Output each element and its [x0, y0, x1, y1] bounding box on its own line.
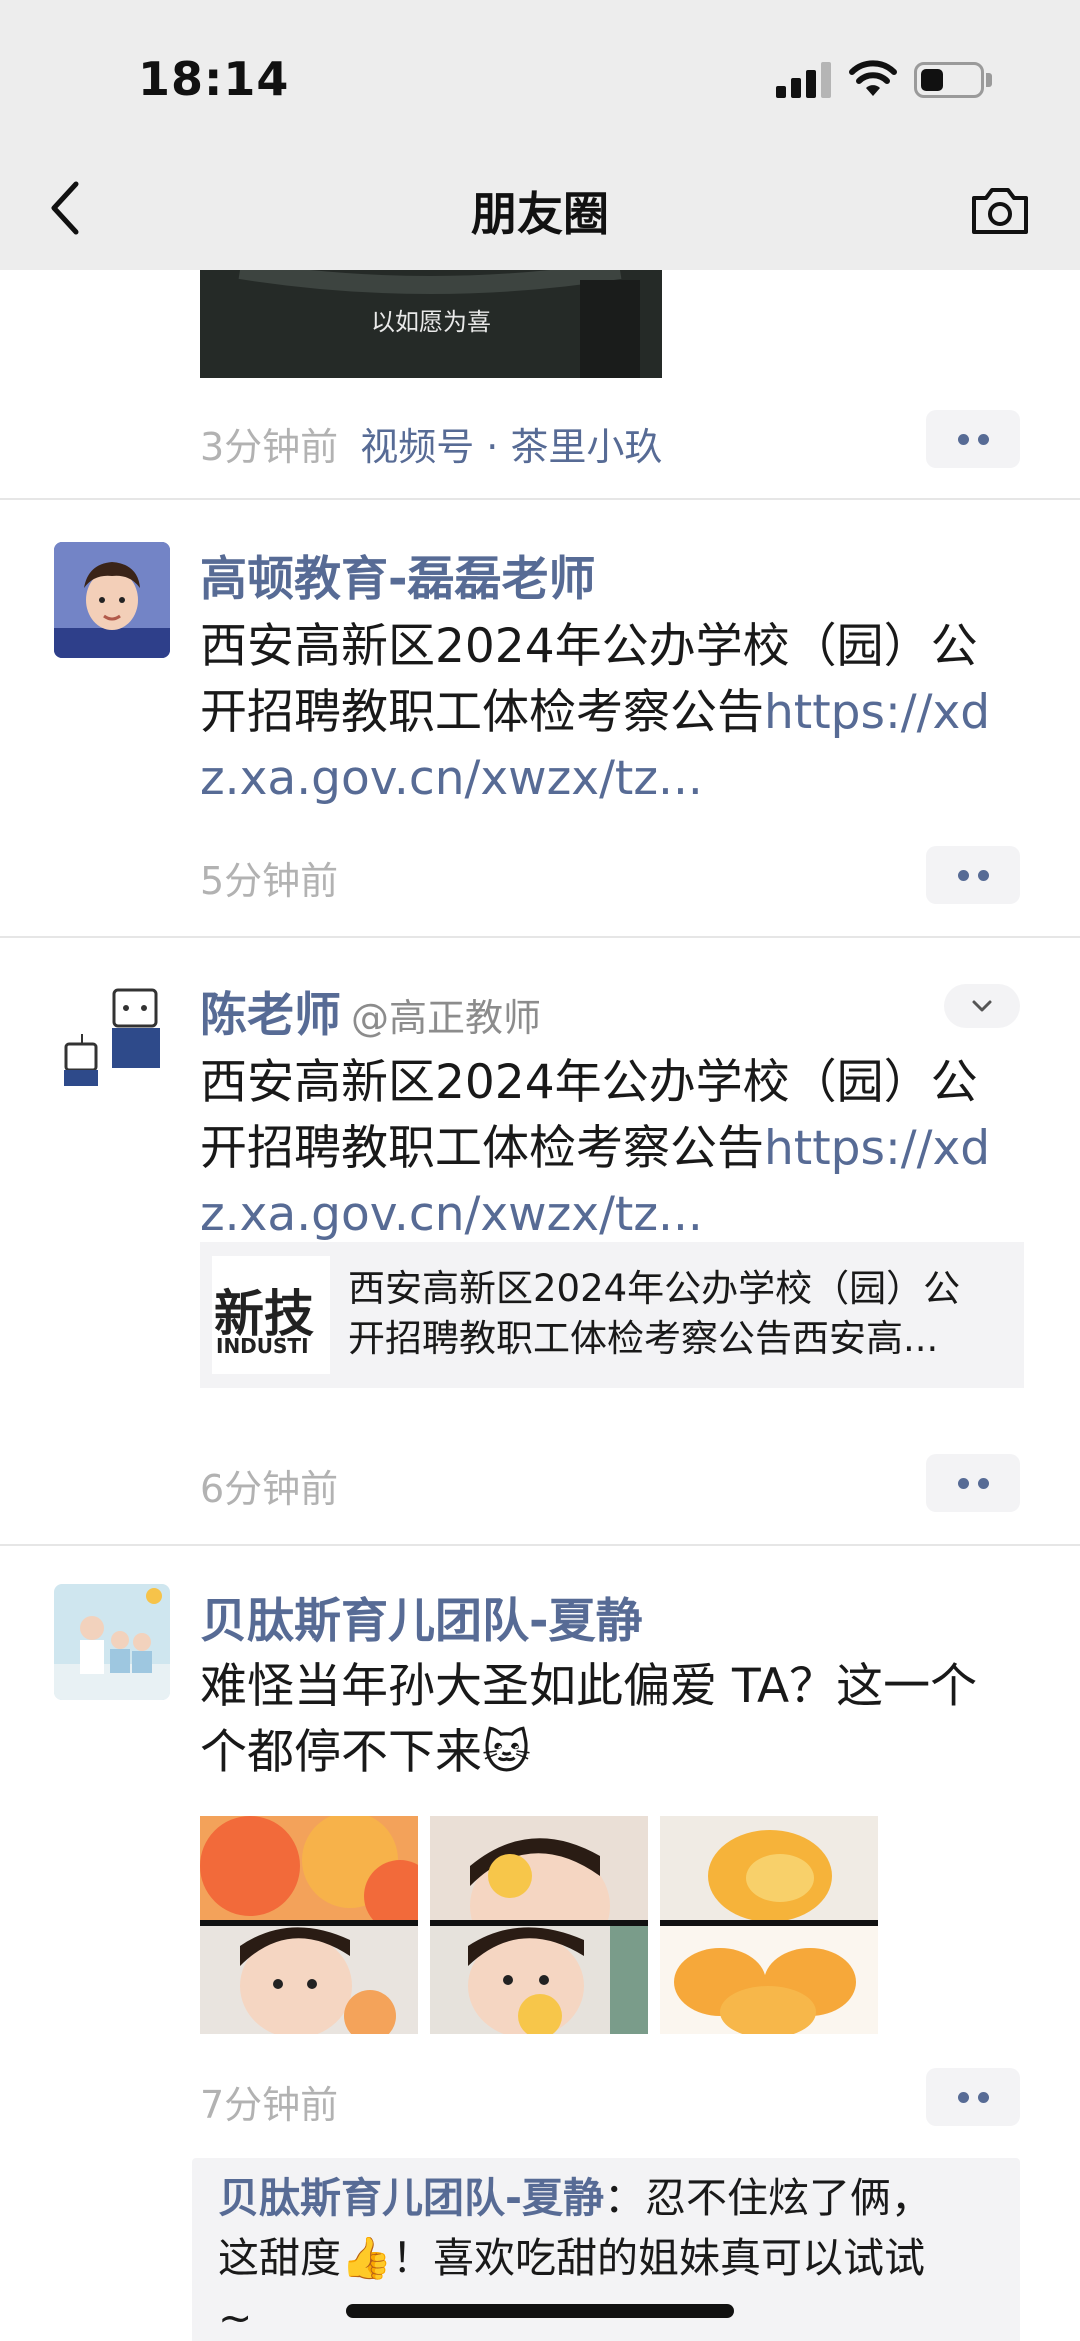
post-author[interactable]: 贝肽斯育儿团队-夏静: [200, 1582, 643, 1651]
post-photo[interactable]: [660, 1816, 878, 2034]
moment-post: 陈老师 @高正教师 西安高新区2024年公办学校（园）公 开招聘教职工体检考察公告…: [0, 938, 1080, 1544]
video-caption: 以如愿为喜: [371, 308, 491, 336]
post-source-link[interactable]: 视频号 · 茶里小玖: [360, 425, 662, 469]
post-more-button[interactable]: [926, 1454, 1020, 1512]
post-time: 3分钟前: [200, 425, 339, 469]
post-more-button[interactable]: [926, 410, 1020, 468]
post-time: 7分钟前: [200, 2083, 339, 2127]
post-text-line: 个都停不下来🐱: [200, 1725, 531, 1780]
post-more-button[interactable]: [926, 846, 1020, 904]
camera-icon: [972, 188, 1028, 234]
post-more-button[interactable]: [926, 2068, 1020, 2126]
post-link[interactable]: z.xa.gov.cn/xwzx/tz...: [200, 1182, 1030, 1248]
wifi-icon: [849, 60, 897, 96]
post-text-line: 开招聘教职工体检考察公告https://xd: [200, 680, 1030, 746]
comment-text: 这甜度👍！喜欢吃甜的姐妹真可以试试: [218, 2234, 926, 2282]
avatar[interactable]: [54, 1584, 170, 1700]
avatar[interactable]: [54, 542, 170, 658]
video-thumbnail[interactable]: 以如愿为喜: [200, 270, 662, 378]
post-link[interactable]: https://xd: [764, 1121, 990, 1176]
post-text-line: 西安高新区2024年公办学校（园）公: [200, 1055, 978, 1110]
battery-icon: [914, 62, 984, 98]
post-photo[interactable]: [430, 1816, 648, 2034]
avatar[interactable]: [54, 978, 170, 1094]
collapse-button[interactable]: [944, 984, 1020, 1028]
page-title: 朋友圈: [471, 187, 609, 241]
battery-cap: [986, 73, 992, 87]
post-photo[interactable]: [200, 1816, 418, 2034]
post-link[interactable]: https://xd: [764, 685, 990, 740]
post-time: 6分钟前: [200, 1467, 339, 1511]
comment-text: ：忍不住炫了俩，: [604, 2174, 933, 2222]
post-text-line: 开招聘教职工体检考察公告https://xd: [200, 1116, 1030, 1182]
post-author[interactable]: 陈老师: [200, 988, 341, 1043]
link-card-title: 西安高新区2024年公办学校（园）公 开招聘教职工体检考察公告西安高...: [348, 1264, 1008, 1364]
post-text-line: 西安高新区2024年公办学校（园）公: [200, 619, 978, 674]
moment-post: 贝肽斯育儿团队-夏静 难怪当年孙大圣如此偏爱 TA？这一个 个都停不下来🐱 7分…: [0, 1546, 1080, 2341]
shared-link-card[interactable]: 新技 INDUSTI 西安高新区2024年公办学校（园）公 开招聘教职工体检考察…: [200, 1242, 1024, 1388]
post-text: 西安高新区2024年公办学校（园）公 开招聘教职工体检考察公告https://x…: [200, 614, 1030, 812]
post-text: 西安高新区2024年公办学校（园）公 开招聘教职工体检考察公告https://x…: [200, 1050, 1030, 1248]
post-text: 难怪当年孙大圣如此偏爱 TA？这一个 个都停不下来🐱: [200, 1654, 1030, 1786]
status-time: 18:14: [138, 52, 290, 106]
post-author-line: 陈老师 @高正教师: [200, 976, 541, 1045]
post-time: 5分钟前: [200, 859, 339, 903]
comment-line: 贝肽斯育儿团队-夏静：忍不住炫了俩，: [218, 2168, 998, 2228]
post-meta: 3分钟前 视频号 · 茶里小玖: [200, 416, 662, 471]
comment-author[interactable]: 贝肽斯育儿团队-夏静: [218, 2174, 604, 2222]
moment-post: 高顿教育-磊磊老师 西安高新区2024年公办学校（园）公 开招聘教职工体检考察公…: [0, 500, 1080, 936]
link-card-thumbnail: 新技 INDUSTI: [212, 1256, 330, 1374]
post-text-line: 难怪当年孙大圣如此偏爱 TA？这一个: [200, 1659, 978, 1714]
thumbnail-text: INDUSTI: [216, 1334, 309, 1358]
cellular-signal-icon: [776, 62, 832, 98]
post-link[interactable]: z.xa.gov.cn/xwzx/tz...: [200, 746, 1030, 812]
chevron-down-icon: [972, 1000, 992, 1012]
moment-post: 以如愿为喜 3分钟前 视频号 · 茶里小玖: [0, 270, 1080, 498]
home-indicator[interactable]: [346, 2304, 734, 2318]
post-text-segment: 开招聘教职工体检考察公告: [200, 685, 764, 740]
top-bar: 18:14 朋友圈: [0, 0, 1080, 270]
post-text-segment: 开招聘教职工体检考察公告: [200, 1121, 764, 1176]
post-author-handle[interactable]: @高正教师: [351, 996, 541, 1040]
post-author[interactable]: 高顿教育-磊磊老师: [200, 540, 596, 609]
camera-button[interactable]: [968, 182, 1032, 238]
link-card-line: 西安高新区2024年公办学校（园）公: [348, 1267, 961, 1310]
link-card-line: 开招聘教职工体检考察公告西安高...: [348, 1317, 939, 1360]
